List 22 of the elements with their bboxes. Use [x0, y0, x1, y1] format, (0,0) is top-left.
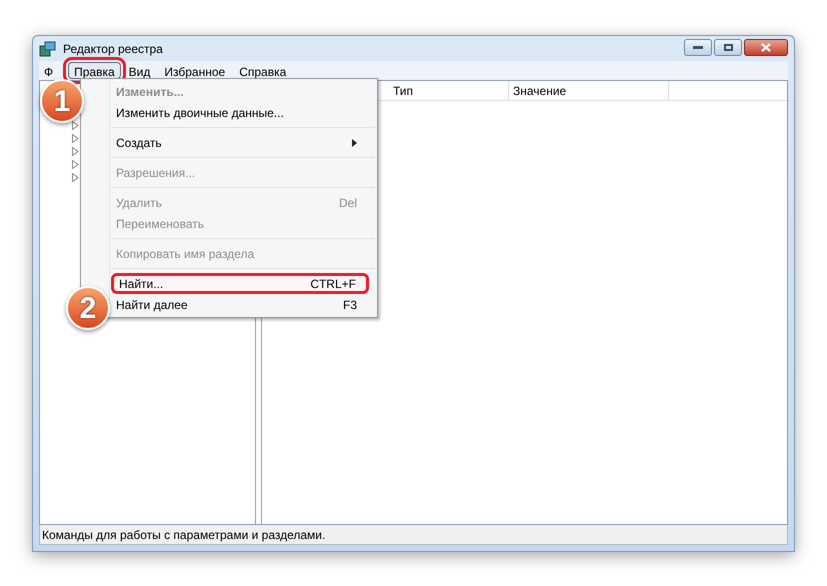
expand-icon[interactable]: [72, 121, 79, 130]
window-title: Редактор реестра: [63, 40, 163, 58]
close-button[interactable]: [744, 39, 788, 56]
column-header[interactable]: Тип: [389, 81, 509, 100]
expand-icon[interactable]: [72, 147, 79, 156]
maximize-button[interactable]: [714, 39, 742, 56]
expand-icon[interactable]: [72, 134, 79, 143]
minimize-button[interactable]: [684, 39, 712, 56]
menu-bar-item[interactable]: Ф: [41, 62, 56, 79]
expand-icon[interactable]: [72, 173, 79, 182]
close-icon: [761, 43, 771, 52]
menu-item[interactable]: Найти... CTRL+F: [111, 273, 369, 294]
menu-bar-item[interactable]: Избранное: [158, 62, 232, 79]
menu-item[interactable]: Изменить двоичные данные...: [111, 102, 377, 123]
menu-item[interactable]: Создать: [111, 132, 377, 153]
menu-bar-item[interactable]: Справка: [233, 62, 292, 79]
menu-item[interactable]: Найти далее F3: [111, 294, 377, 315]
column-header[interactable]: Значение: [509, 81, 669, 100]
status-text: Команды для работы с параметрами и разделами.: [42, 526, 326, 544]
menu-bar-item[interactable]: Вид: [122, 62, 156, 79]
expand-icon[interactable]: [72, 160, 79, 169]
registry-icon: [39, 40, 57, 56]
